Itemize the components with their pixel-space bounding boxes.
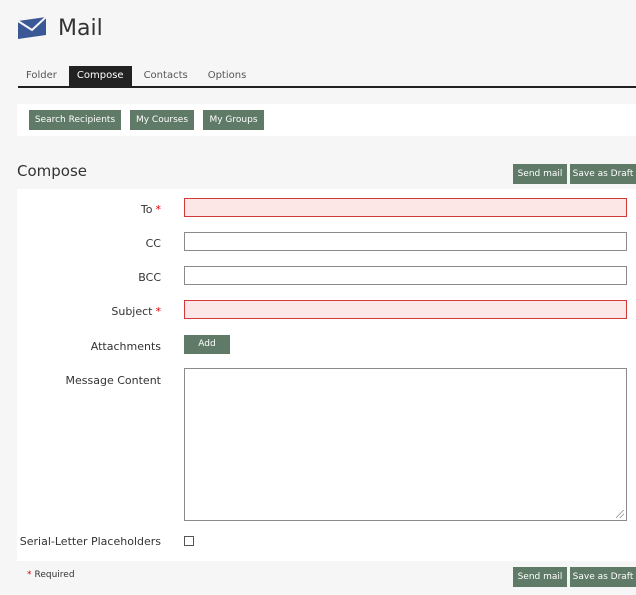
send-mail-button-bottom[interactable]: Send mail [513,567,567,587]
save-draft-button-bottom[interactable]: Save as Draft [570,567,636,587]
subject-label: Subject * [111,305,162,318]
serial-letter-checkbox[interactable] [184,536,194,546]
required-marker: * [27,570,32,580]
required-marker: * [155,203,162,216]
tab-compose[interactable]: Compose [68,66,132,86]
send-mail-button-top[interactable]: Send mail [513,164,567,184]
cc-label: CC [145,237,161,250]
tab-contacts[interactable]: Contacts [136,66,196,86]
page-title: Mail [58,15,103,41]
save-draft-button-top[interactable]: Save as Draft [570,164,636,184]
search-recipients-button[interactable]: Search Recipients [29,110,121,130]
bcc-label: BCC [138,271,161,284]
mail-header: Mail [17,15,103,43]
my-groups-button[interactable]: My Groups [203,110,264,130]
attachments-label: Attachments [90,340,161,353]
required-marker: * [155,305,162,318]
tab-bar: Folder Compose Contacts Options [18,66,636,88]
tab-options[interactable]: Options [200,66,255,86]
bcc-field[interactable] [184,266,627,285]
to-label: To * [140,203,162,216]
subject-field[interactable] [184,300,627,319]
tab-folder[interactable]: Folder [18,66,65,86]
compose-heading: Compose [17,162,88,180]
my-courses-button[interactable]: My Courses [130,110,194,130]
required-note: * Required [27,570,75,580]
add-attachment-button[interactable]: Add [184,335,230,354]
resize-handle[interactable] [616,510,624,518]
message-content-label: Message Content [65,374,161,387]
cc-field[interactable] [184,232,627,251]
to-field[interactable] [184,198,627,217]
envelope-icon [17,16,47,43]
message-content-textarea[interactable] [184,368,627,521]
recipient-toolbar: Search Recipients My Courses My Groups [17,104,636,136]
serial-letter-label: Serial-Letter Placeholders [19,535,161,548]
